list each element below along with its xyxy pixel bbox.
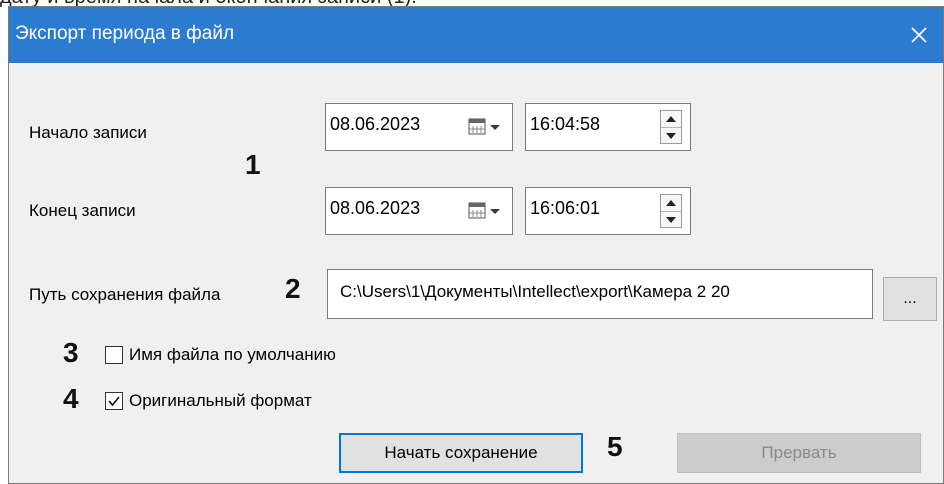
- title-bar: Экспорт периода в файл: [9, 7, 943, 63]
- callout-number-4: 4: [63, 383, 79, 414]
- path-label: Путь сохранения файла: [29, 285, 221, 304]
- start-time-down-button[interactable]: [661, 128, 681, 144]
- arrow-down-icon: [666, 133, 676, 139]
- end-time-value: 16:06:01: [530, 198, 601, 218]
- start-save-button[interactable]: Начать сохранение: [339, 433, 583, 473]
- end-time-down-button[interactable]: [661, 212, 681, 228]
- close-icon: [911, 27, 927, 43]
- start-label: Начало записи: [29, 123, 147, 142]
- browse-button[interactable]: ...: [883, 277, 937, 321]
- arrow-up-icon: [666, 116, 676, 122]
- end-date-picker[interactable]: 08.06.2023: [325, 187, 513, 235]
- arrow-down-icon: [666, 217, 676, 223]
- original-format-checkbox[interactable]: [105, 392, 123, 410]
- export-period-dialog: Экспорт периода в файл Начало записи 08.…: [8, 6, 944, 484]
- start-time-up-button[interactable]: [661, 111, 681, 128]
- abort-button[interactable]: Прервать: [677, 433, 921, 473]
- end-time-field[interactable]: 16:06:01: [525, 187, 691, 235]
- end-calendar-button[interactable]: [464, 194, 508, 228]
- end-time-up-button[interactable]: [661, 195, 681, 212]
- original-format-option[interactable]: Оригинальный формат: [105, 391, 312, 411]
- save-path-input[interactable]: C:\Users\1\Документы\Intellect\export\Ка…: [327, 269, 873, 319]
- calendar-icon: [468, 202, 500, 219]
- calendar-icon: [468, 118, 500, 135]
- start-time-value: 16:04:58: [530, 114, 601, 134]
- default-filename-option[interactable]: Имя файла по умолчанию: [105, 345, 336, 365]
- end-time-spinner[interactable]: [660, 194, 682, 228]
- close-button[interactable]: [895, 7, 943, 63]
- arrow-up-icon: [666, 200, 676, 206]
- start-time-spinner[interactable]: [660, 110, 682, 144]
- callout-number-5: 5: [607, 431, 623, 462]
- checkmark-icon: [108, 396, 120, 407]
- original-format-label: Оригинальный формат: [129, 391, 312, 410]
- default-filename-label: Имя файла по умолчанию: [129, 345, 336, 364]
- start-date-value: 08.06.2023: [330, 114, 421, 134]
- start-calendar-button[interactable]: [464, 110, 508, 144]
- default-filename-checkbox[interactable]: [105, 346, 123, 364]
- callout-number-3: 3: [63, 337, 79, 368]
- end-label: Конец записи: [29, 201, 136, 220]
- callout-number-2: 2: [285, 273, 301, 304]
- callout-number-1: 1: [245, 149, 261, 180]
- save-path-value: C:\Users\1\Документы\Intellect\export\Ка…: [340, 282, 730, 301]
- start-date-picker[interactable]: 08.06.2023: [325, 103, 513, 151]
- start-time-field[interactable]: 16:04:58: [525, 103, 691, 151]
- dialog-title: Экспорт периода в файл: [15, 23, 235, 44]
- end-date-value: 08.06.2023: [330, 198, 421, 218]
